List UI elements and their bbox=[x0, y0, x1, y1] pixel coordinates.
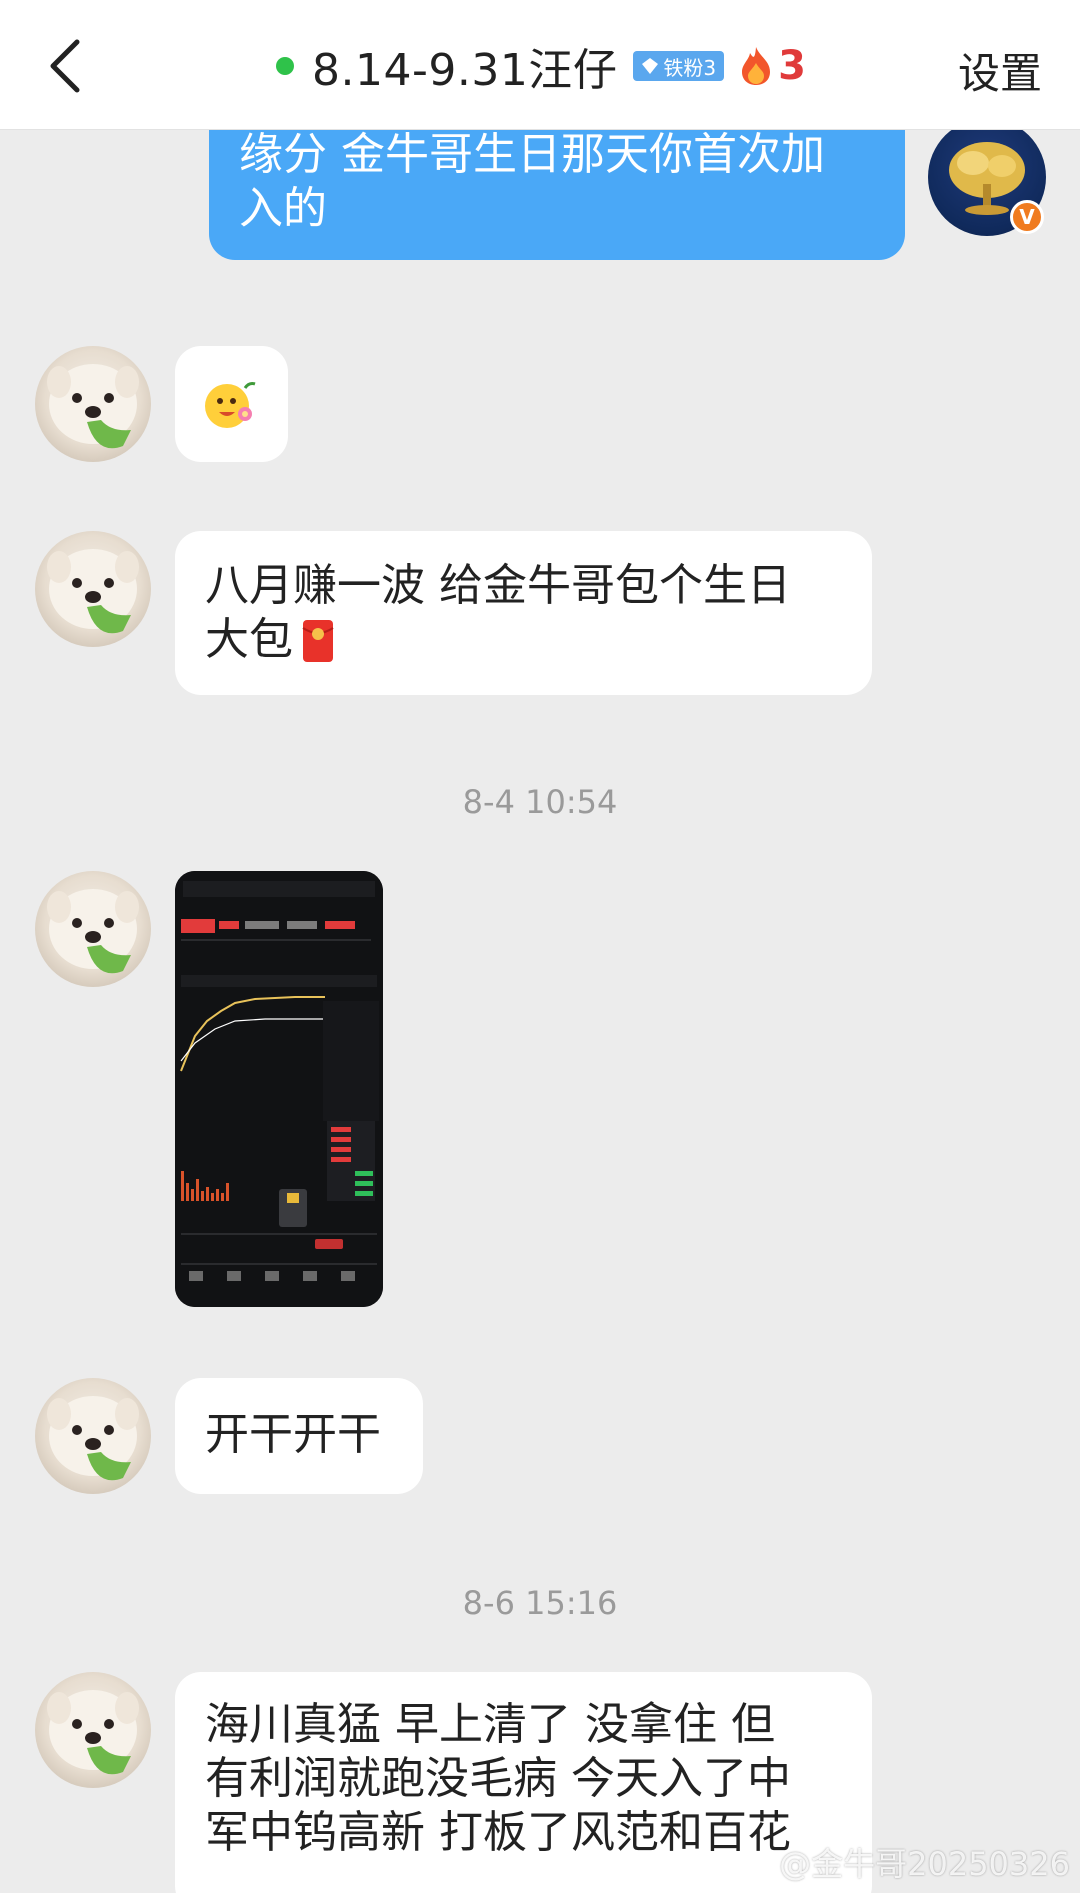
message-text-line-wrap: 大包 bbox=[205, 613, 842, 667]
flame-icon bbox=[742, 47, 771, 85]
dog-avatar-icon bbox=[47, 364, 139, 449]
red-envelope-icon bbox=[302, 620, 334, 662]
my-avatar[interactable]: V bbox=[928, 118, 1046, 236]
message-text-line: 有利润就跑没毛病 今天入了中 bbox=[205, 1753, 791, 1804]
watermark-text: @金牛哥20250326 bbox=[779, 1845, 1070, 1883]
online-status-icon bbox=[276, 57, 294, 75]
weibo-logo-icon bbox=[737, 1849, 771, 1877]
message-bubble-incoming[interactable] bbox=[175, 346, 288, 462]
message-text-line: 入的 bbox=[239, 183, 327, 234]
dog-avatar-icon bbox=[47, 1396, 139, 1481]
verified-badge-icon: V bbox=[1010, 200, 1044, 234]
message-bubble-incoming[interactable]: 八月赚一波 给金牛哥包个生日 大包 bbox=[175, 531, 872, 695]
contact-avatar[interactable] bbox=[35, 531, 151, 647]
dog-avatar-icon bbox=[47, 889, 139, 974]
fan-level-badge: 铁粉3 bbox=[633, 51, 725, 81]
timestamp: 8-6 15:16 bbox=[462, 1584, 618, 1622]
flower-face-emoji-icon bbox=[205, 382, 256, 428]
chat-screen: 8.14-9.31汪仔 铁粉3 3 设置 缘分 金牛哥生日那天你首次加 入的 V… bbox=[0, 0, 1080, 1893]
message-list[interactable]: 缘分 金牛哥生日那天你首次加 入的 V 八月赚一波 给金牛哥包个生日 大包 8-… bbox=[0, 0, 1080, 1893]
dog-avatar-icon bbox=[47, 1690, 139, 1775]
message-text-line: 海川真猛 早上清了 没拿住 但 bbox=[205, 1699, 775, 1750]
contact-avatar[interactable] bbox=[35, 346, 151, 462]
back-button[interactable] bbox=[30, 28, 100, 104]
weibo-watermark: @金牛哥20250326 bbox=[737, 1839, 1070, 1885]
contact-avatar[interactable] bbox=[35, 871, 151, 987]
settings-button[interactable]: 设置 bbox=[958, 40, 1042, 101]
dog-avatar-icon bbox=[47, 549, 139, 634]
message-text-line: 缘分 金牛哥生日那天你首次加 bbox=[239, 129, 825, 180]
streak-count: 3 bbox=[778, 43, 806, 89]
diamond-icon bbox=[642, 58, 659, 74]
stock-chart-thumbnail-icon bbox=[175, 871, 383, 1307]
chat-header: 8.14-9.31汪仔 铁粉3 3 设置 bbox=[0, 0, 1080, 130]
streak-indicator: 3 bbox=[738, 43, 806, 89]
message-text-line: 八月赚一波 给金牛哥包个生日 bbox=[205, 560, 791, 611]
image-message-stock-screenshot[interactable] bbox=[175, 871, 383, 1307]
fan-badge-label: 铁粉3 bbox=[663, 55, 717, 80]
timestamp: 8-4 10:54 bbox=[462, 783, 618, 821]
chat-title: 8.14-9.31汪仔 bbox=[312, 45, 618, 96]
contact-avatar[interactable] bbox=[35, 1378, 151, 1494]
message-text-line: 大包 bbox=[205, 614, 293, 665]
contact-avatar[interactable] bbox=[35, 1672, 151, 1788]
chevron-left-icon bbox=[50, 39, 80, 93]
message-bubble-incoming[interactable]: 开干开干 bbox=[175, 1378, 423, 1494]
chat-title-group[interactable]: 8.14-9.31汪仔 铁粉3 3 bbox=[276, 28, 806, 104]
